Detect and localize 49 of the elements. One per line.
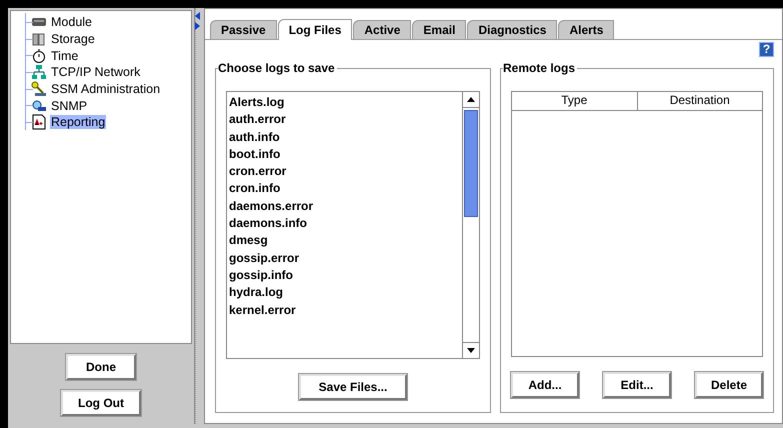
log-item[interactable]: cron.info [229,180,462,198]
snmp-icon [31,98,47,114]
scroll-down-icon[interactable] [467,348,475,353]
stopwatch-icon [31,48,47,64]
log-item[interactable]: daemons.info [229,215,462,232]
tree-item[interactable]: Time [50,48,80,63]
log-item[interactable]: kernel.error [229,302,462,319]
save-files-button[interactable]: Save Files... [299,374,407,400]
log-item[interactable]: boot.info [229,146,462,164]
log-item[interactable]: auth.error [229,111,462,129]
scroll-thumb[interactable] [464,110,478,217]
key-icon [31,81,47,98]
column-header[interactable]: Destination [638,92,762,110]
tab[interactable]: Email [412,20,466,39]
log-item[interactable]: dmesg [229,232,462,250]
tree-item[interactable]: Module [50,15,93,30]
group-title: Remote logs [503,61,578,75]
log-item[interactable]: auth.info [229,128,462,146]
log-item[interactable]: Alerts.log [229,94,462,112]
expand-right-icon[interactable] [195,22,201,30]
tab[interactable]: Diagnostics [467,20,558,39]
log-item[interactable]: gossip.error [229,250,462,267]
log-out-button[interactable]: Log Out [61,390,141,416]
tree-item[interactable]: TCP/IP Network [50,65,142,80]
scrollbar[interactable] [462,92,479,358]
tab[interactable]: Passive [210,20,277,39]
done-button[interactable]: Done [66,354,136,380]
scroll-up-icon[interactable] [467,97,475,102]
log-item[interactable]: daemons.error [229,198,462,216]
document-icon [31,114,47,130]
tab[interactable]: Log Files [278,19,352,40]
storage-icon [31,31,47,48]
log-item[interactable]: gossip.info [229,266,462,284]
edit-button[interactable]: Edit... [603,372,671,398]
add-button[interactable]: Add... [511,372,579,398]
log-item[interactable]: cron.error [229,163,462,180]
log-item[interactable]: hydra.log [229,284,462,302]
tab[interactable]: Alerts [558,20,614,39]
tree-item[interactable]: Reporting [50,115,106,130]
tab[interactable]: Active [353,20,412,39]
network-icon [31,64,47,80]
collapse-left-icon[interactable] [195,12,201,20]
column-header[interactable]: Type [512,92,638,110]
help-button[interactable]: ? [759,42,774,57]
group-title: Choose logs to save [218,61,337,75]
tree-item[interactable]: SSM Administration [50,82,162,96]
tree-item[interactable]: Storage [50,32,96,46]
delete-button[interactable]: Delete [695,372,763,398]
tree-item[interactable]: SNMP [50,98,88,113]
